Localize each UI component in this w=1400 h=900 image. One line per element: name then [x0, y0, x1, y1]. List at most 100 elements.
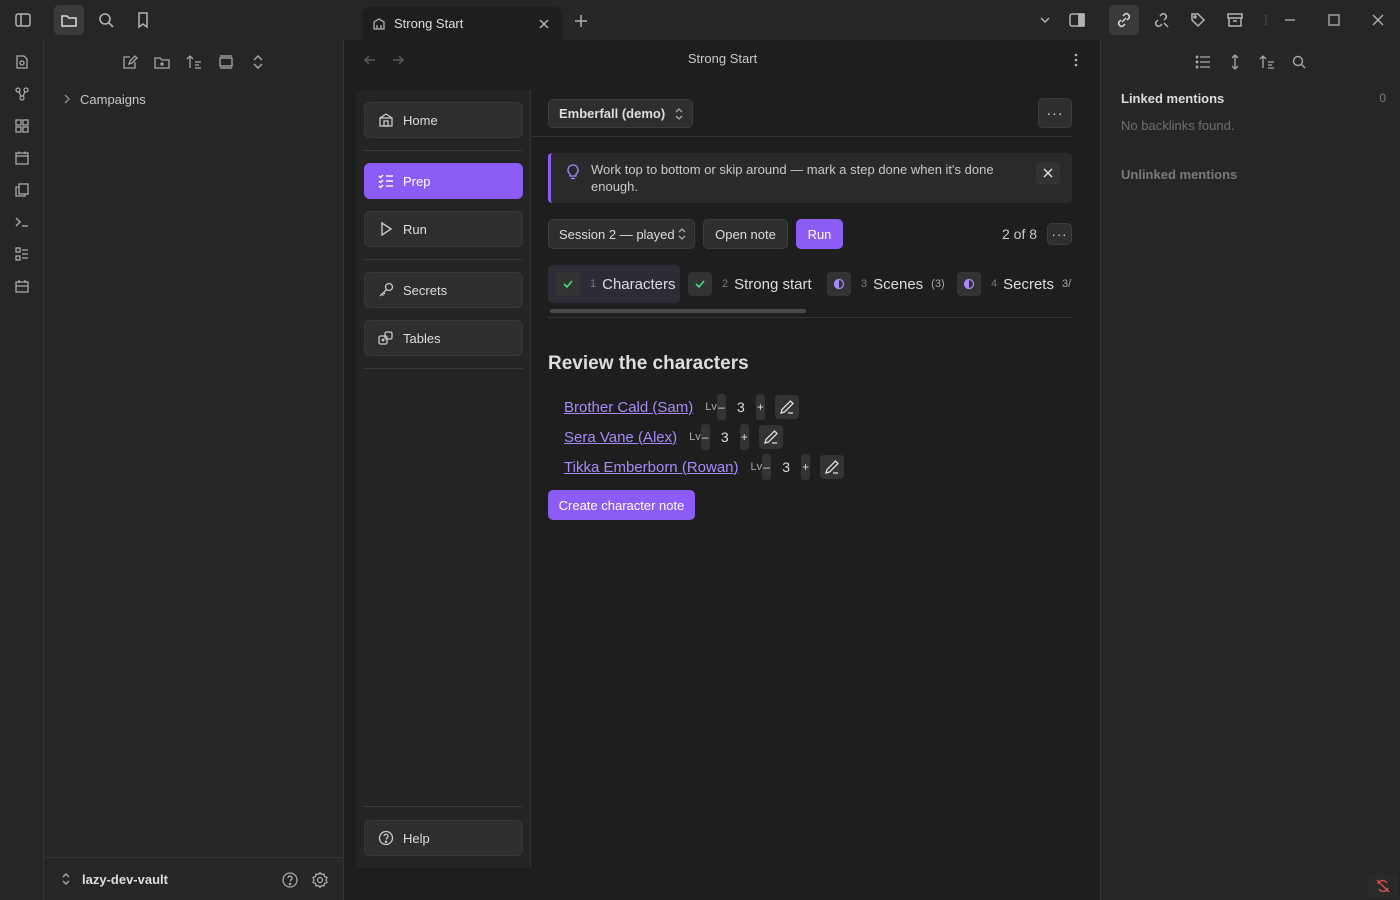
canvas-icon[interactable]	[10, 114, 34, 138]
plugin-nav: Home Prep Run Secrets Tables Help	[356, 90, 531, 868]
expand-vertical-icon[interactable]	[1223, 50, 1247, 74]
expand-collapse-icon[interactable]	[246, 50, 270, 74]
nav-divider	[364, 368, 523, 369]
vault-switcher[interactable]: lazy-dev-vault	[44, 857, 344, 900]
new-note-icon[interactable]	[118, 50, 142, 74]
step-characters[interactable]: 1 Characters	[548, 265, 680, 303]
bookmark-icon[interactable]	[128, 5, 158, 35]
nav-prep-button[interactable]: Prep	[364, 163, 523, 199]
level-increment-button[interactable]: +	[801, 454, 811, 480]
key-icon	[377, 281, 395, 299]
sort-icon[interactable]	[182, 50, 206, 74]
edit-pencil-icon[interactable]	[820, 455, 845, 479]
dismiss-tip-button[interactable]	[1036, 162, 1060, 184]
view-title: Strong Start	[687, 51, 758, 66]
list-view-icon[interactable]	[1191, 50, 1215, 74]
nav-label: Run	[403, 221, 427, 237]
session-select[interactable]: Session 2 — played	[548, 219, 695, 249]
character-row: Brother Cald (Sam) Lv – 3 +	[564, 394, 799, 420]
maximize-icon[interactable]	[1319, 5, 1349, 35]
level-label: Lv	[750, 461, 763, 473]
divider	[532, 136, 1072, 137]
open-note-button[interactable]: Open note	[703, 219, 788, 249]
level-value[interactable]: 3	[726, 399, 756, 415]
level-decrement-button[interactable]: –	[762, 454, 772, 480]
tab-list-chevron-down-icon[interactable]	[1030, 5, 1060, 35]
level-increment-button[interactable]: +	[739, 424, 749, 450]
list-layout-icon[interactable]	[10, 242, 34, 266]
level-increment-button[interactable]: +	[755, 394, 765, 420]
tags-icon[interactable]	[1183, 5, 1213, 35]
nav-tables-button[interactable]: Tables	[364, 320, 523, 356]
campaign-more-button[interactable]: ···	[1038, 98, 1072, 128]
list-checks-icon	[377, 172, 395, 190]
nav-divider	[364, 806, 523, 807]
terminal-icon[interactable]	[10, 210, 34, 234]
sort-icon[interactable]	[1255, 50, 1279, 74]
backlinks-tab-icon[interactable]	[1109, 5, 1139, 35]
level-decrement-button[interactable]: –	[700, 424, 710, 450]
step-strip-scrollbar[interactable]	[550, 309, 806, 313]
toggle-left-sidebar-icon[interactable]	[8, 5, 38, 35]
help-icon[interactable]	[280, 870, 300, 890]
campaign-select[interactable]: Emberfall (demo)	[548, 99, 693, 128]
level-label: Lv	[689, 431, 701, 443]
level-value[interactable]: 3	[771, 459, 801, 475]
nav-run-button[interactable]: Run	[364, 211, 523, 247]
chevron-up-down-icon	[677, 227, 687, 241]
chevron-up-down-icon	[674, 107, 684, 121]
minimize-icon[interactable]	[1275, 5, 1305, 35]
step-label: Characters	[602, 275, 676, 293]
nav-home-button[interactable]: Home	[364, 102, 523, 138]
building-icon	[372, 17, 386, 31]
nav-help-button[interactable]: Help	[364, 820, 523, 856]
close-window-icon[interactable]	[1363, 5, 1393, 35]
sync-error-icon[interactable]	[1368, 874, 1398, 898]
search-icon[interactable]	[1287, 50, 1311, 74]
step-more-button[interactable]: ···	[1047, 223, 1072, 245]
unlinked-mentions-heading[interactable]: Unlinked mentions	[1121, 167, 1237, 182]
edit-pencil-icon[interactable]	[774, 395, 799, 419]
auto-reveal-icon[interactable]	[214, 50, 238, 74]
outgoing-links-icon[interactable]	[1146, 5, 1176, 35]
level-value[interactable]: 3	[710, 429, 740, 445]
nav-secrets-button[interactable]: Secrets	[364, 272, 523, 308]
character-link[interactable]: Sera Vane (Alex)	[564, 429, 677, 446]
title-bar: Strong Start ⁞	[0, 0, 1400, 40]
close-tab-icon[interactable]	[536, 16, 552, 32]
step-secrets[interactable]: 4 Secrets 3/	[957, 265, 1072, 303]
tab-title: Strong Start	[394, 16, 464, 31]
settings-gear-icon[interactable]	[310, 870, 330, 890]
vault-name: lazy-dev-vault	[82, 871, 168, 887]
search-icon[interactable]	[91, 5, 121, 35]
toggle-right-sidebar-icon[interactable]	[1062, 5, 1092, 35]
divider	[548, 317, 1072, 318]
more-options-icon[interactable]	[1068, 50, 1084, 70]
step-strong-start[interactable]: 2 Strong start	[688, 265, 818, 303]
open-note-icon[interactable]	[10, 50, 34, 74]
nav-label: Prep	[403, 173, 431, 189]
linked-mentions-heading[interactable]: Linked mentions	[1121, 91, 1224, 106]
create-character-note-button[interactable]: Create character note	[548, 490, 695, 520]
active-tab[interactable]: Strong Start	[362, 7, 562, 40]
more-horizontal-icon: ···	[1051, 226, 1068, 242]
new-folder-icon[interactable]	[150, 50, 174, 74]
files-tab-icon[interactable]	[54, 5, 84, 35]
campaign-dashboard-icon[interactable]	[10, 274, 34, 298]
step-scenes[interactable]: 3 Scenes (3)	[827, 265, 947, 303]
copy-icon[interactable]	[10, 178, 34, 202]
new-tab-icon[interactable]	[566, 6, 596, 36]
archive-icon[interactable]	[1220, 5, 1250, 35]
tree-folder-campaigns[interactable]: Campaigns	[60, 88, 146, 110]
level-label: Lv	[705, 401, 717, 413]
edit-pencil-icon[interactable]	[758, 425, 783, 449]
character-link[interactable]: Brother Cald (Sam)	[564, 399, 693, 416]
graph-view-icon[interactable]	[10, 82, 34, 106]
run-button[interactable]: Run	[796, 219, 843, 249]
nav-divider	[364, 259, 523, 260]
level-decrement-button[interactable]: –	[716, 394, 726, 420]
character-link[interactable]: Tikka Emberborn (Rowan)	[564, 459, 739, 476]
view-header: Strong Start	[345, 40, 1100, 80]
calendar-icon[interactable]	[10, 146, 34, 170]
check-icon	[688, 272, 712, 296]
